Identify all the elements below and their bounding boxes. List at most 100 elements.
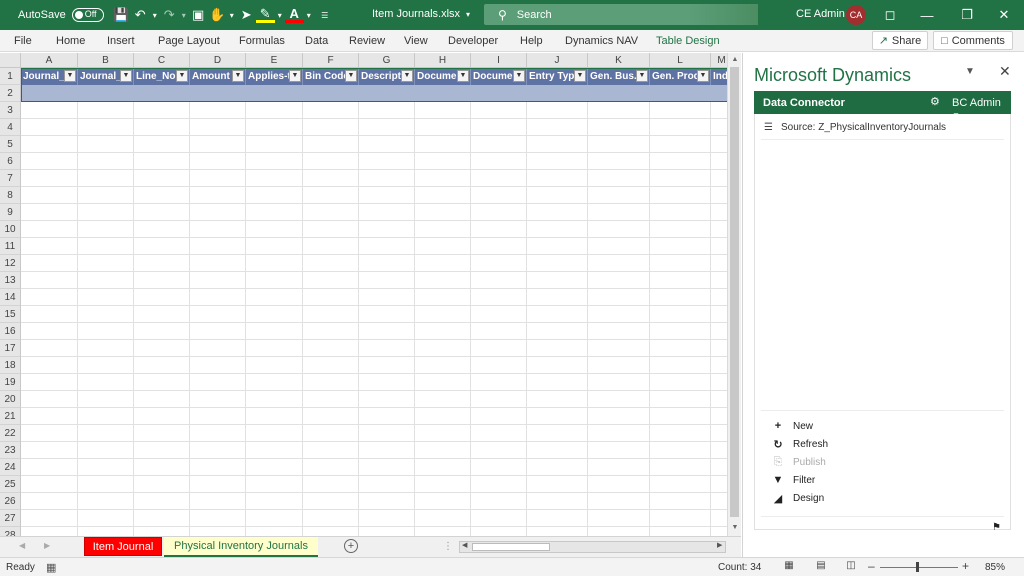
column-header[interactable]: F bbox=[303, 53, 359, 68]
row-header[interactable]: 21 bbox=[0, 408, 21, 425]
font-color-icon[interactable]: A bbox=[284, 6, 304, 23]
row-header[interactable]: 22 bbox=[0, 425, 21, 442]
row-header[interactable]: 25 bbox=[0, 476, 21, 493]
restore-icon[interactable]: ❐ bbox=[957, 5, 977, 25]
action-publish[interactable]: ⎘ Publish bbox=[771, 456, 826, 469]
page-layout-view-icon[interactable]: ▤ bbox=[814, 560, 828, 573]
tab-developer[interactable]: Developer bbox=[448, 35, 498, 47]
font-color-dropdown-icon[interactable]: ▾ bbox=[304, 6, 314, 24]
row-header[interactable]: 10 bbox=[0, 221, 21, 238]
touch-mode-icon[interactable]: ✋ bbox=[208, 6, 227, 24]
tab-formulas[interactable]: Formulas bbox=[239, 35, 285, 47]
share-button[interactable]: ↗ Share bbox=[872, 31, 928, 50]
select-all-corner[interactable] bbox=[0, 53, 21, 68]
fill-color-icon[interactable]: ✎ bbox=[255, 6, 275, 23]
select-pointer-icon[interactable]: ➤ bbox=[237, 6, 256, 24]
column-header[interactable]: C bbox=[134, 53, 190, 68]
column-header[interactable]: I bbox=[471, 53, 527, 68]
touch-dropdown-icon[interactable]: ▾ bbox=[227, 6, 237, 24]
row-header[interactable]: 27 bbox=[0, 510, 21, 527]
action-refresh[interactable]: ↻ Refresh bbox=[771, 438, 828, 451]
fill-color-dropdown-icon[interactable]: ▾ bbox=[275, 6, 285, 24]
user-name[interactable]: CE Admin bbox=[796, 8, 845, 20]
tab-split-handle-icon[interactable]: ⋮ bbox=[443, 541, 453, 552]
column-header[interactable]: A bbox=[21, 53, 78, 68]
row-header[interactable]: 4 bbox=[0, 119, 21, 136]
tab-data[interactable]: Data bbox=[305, 35, 328, 47]
row-header[interactable]: 3 bbox=[0, 102, 21, 119]
gear-icon[interactable]: ⚙ bbox=[930, 95, 940, 108]
tab-file[interactable]: File bbox=[14, 35, 32, 47]
column-header[interactable]: L bbox=[650, 53, 711, 68]
ribbon-display-options-icon[interactable]: ◻ bbox=[880, 5, 900, 25]
save-icon[interactable]: 💾 bbox=[112, 6, 131, 24]
column-header[interactable]: J bbox=[527, 53, 588, 68]
tab-page-layout[interactable]: Page Layout bbox=[158, 35, 220, 47]
column-header[interactable]: H bbox=[415, 53, 471, 68]
redo-icon[interactable]: ↷ bbox=[160, 6, 179, 24]
row-header[interactable]: 7 bbox=[0, 170, 21, 187]
undo-dropdown-icon[interactable]: ▾ bbox=[150, 6, 160, 24]
tab-review[interactable]: Review bbox=[349, 35, 385, 47]
row-header[interactable]: 11 bbox=[0, 238, 21, 255]
row-header[interactable]: 20 bbox=[0, 391, 21, 408]
zoom-out-icon[interactable]: – bbox=[868, 559, 875, 573]
action-design[interactable]: ◢ Design bbox=[771, 492, 824, 505]
column-header[interactable]: G bbox=[359, 53, 415, 68]
zoom-in-icon[interactable]: + bbox=[962, 559, 969, 573]
zoom-level[interactable]: 85% bbox=[985, 562, 1005, 573]
zoom-slider[interactable] bbox=[880, 567, 958, 568]
row-header[interactable]: 26 bbox=[0, 493, 21, 510]
row-header[interactable]: 19 bbox=[0, 374, 21, 391]
row-header[interactable]: 28 bbox=[0, 527, 21, 536]
tab-table-design[interactable]: Table Design bbox=[656, 35, 720, 47]
vertical-scroll-thumb[interactable] bbox=[730, 67, 739, 517]
comments-button[interactable]: □ Comments bbox=[933, 31, 1013, 50]
sheet-tab-item-journal[interactable]: Item Journal bbox=[84, 537, 162, 556]
column-header[interactable]: D bbox=[190, 53, 246, 68]
column-header[interactable]: E bbox=[246, 53, 303, 68]
horizontal-scroll-thumb[interactable] bbox=[472, 543, 550, 551]
horizontal-scrollbar[interactable]: ◀ ▶ bbox=[459, 541, 726, 553]
column-header[interactable]: K bbox=[588, 53, 650, 68]
row-header[interactable]: 18 bbox=[0, 357, 21, 374]
minimize-icon[interactable]: — bbox=[917, 5, 937, 25]
redo-dropdown-icon[interactable]: ▾ bbox=[179, 6, 189, 24]
tab-home[interactable]: Home bbox=[56, 35, 85, 47]
sheet-prev-icon[interactable]: ◀ bbox=[19, 541, 25, 550]
add-sheet-icon[interactable]: + bbox=[344, 539, 358, 553]
close-icon[interactable]: ✕ bbox=[994, 5, 1014, 25]
row-header[interactable]: 15 bbox=[0, 306, 21, 323]
tab-insert[interactable]: Insert bbox=[107, 35, 135, 47]
avatar[interactable]: CA bbox=[846, 5, 866, 25]
vertical-scrollbar[interactable]: ▲ ▼ bbox=[727, 53, 741, 536]
feedback-flag-icon[interactable]: ⚑ bbox=[992, 522, 1001, 533]
macro-record-icon[interactable]: ▦ bbox=[46, 561, 56, 574]
column-header[interactable]: B bbox=[78, 53, 134, 68]
row-header[interactable]: 23 bbox=[0, 442, 21, 459]
tab-dynamics-nav[interactable]: Dynamics NAV bbox=[565, 35, 638, 47]
tab-help[interactable]: Help bbox=[520, 35, 543, 47]
document-title[interactable]: Item Journals.xlsx ▾ bbox=[372, 8, 470, 20]
row-header[interactable]: 5 bbox=[0, 136, 21, 153]
scroll-left-icon[interactable]: ◀ bbox=[462, 541, 467, 549]
row-header[interactable]: 8 bbox=[0, 187, 21, 204]
autosave-toggle[interactable]: Off bbox=[71, 8, 104, 22]
camera-icon[interactable]: ▣ bbox=[189, 6, 208, 24]
search-box[interactable]: ⚲ Search bbox=[484, 4, 758, 25]
page-break-view-icon[interactable]: ◫ bbox=[844, 560, 858, 573]
undo-icon[interactable]: ↶ bbox=[131, 6, 150, 24]
scroll-right-icon[interactable]: ▶ bbox=[717, 541, 722, 549]
row-header[interactable]: 24 bbox=[0, 459, 21, 476]
row-header[interactable]: 12 bbox=[0, 255, 21, 272]
sheet-tab-physical-inventory[interactable]: Physical Inventory Journals bbox=[164, 537, 318, 557]
zoom-slider-thumb[interactable] bbox=[916, 562, 919, 572]
row-header[interactable]: 2 bbox=[0, 85, 21, 102]
action-new[interactable]: + New bbox=[771, 420, 813, 432]
cell-area[interactable]: Journal_B ▼ Journal_T ▼ Line_No ▼ Amount ▼ Appli… bbox=[21, 68, 733, 536]
scroll-up-icon[interactable]: ▲ bbox=[728, 54, 742, 66]
row-header[interactable]: 1 bbox=[0, 68, 21, 85]
normal-view-icon[interactable]: ▦ bbox=[782, 560, 796, 573]
sheet-next-icon[interactable]: ▶ bbox=[44, 541, 50, 550]
row-header[interactable]: 17 bbox=[0, 340, 21, 357]
